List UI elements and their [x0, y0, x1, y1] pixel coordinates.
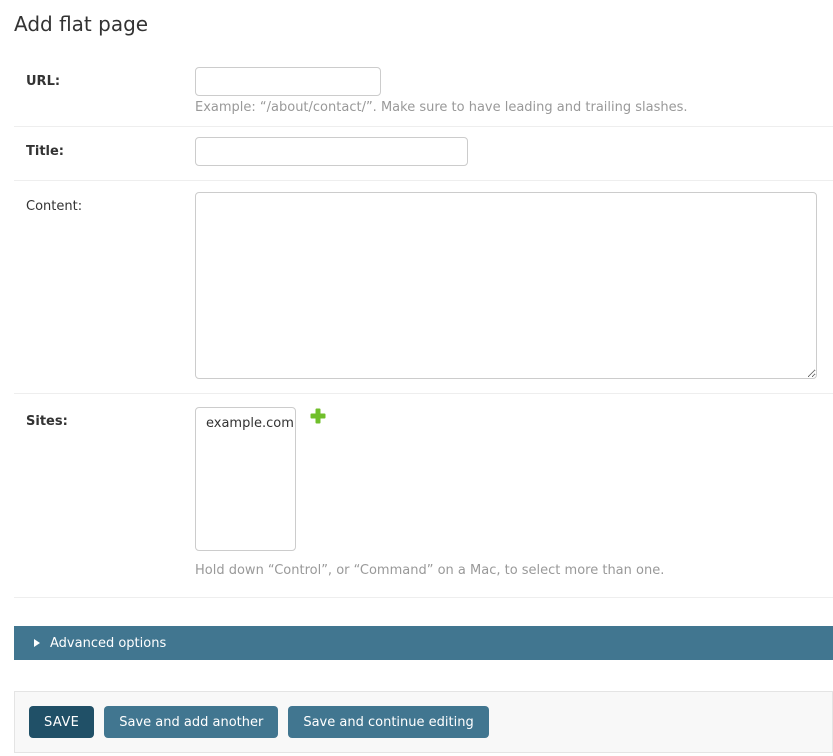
- site-option[interactable]: example.com: [196, 413, 295, 434]
- content-textarea[interactable]: [195, 192, 817, 379]
- save-and-continue-button[interactable]: Save and continue editing: [288, 706, 488, 738]
- form-row-title: Title:: [14, 127, 833, 181]
- sites-select[interactable]: example.com: [195, 407, 296, 551]
- add-icon: [310, 408, 326, 424]
- advanced-options-label: Advanced options: [50, 636, 166, 651]
- flatpage-form: URL: Example: “/about/contact/”. Make su…: [14, 53, 833, 598]
- page-title: Add flat page: [14, 12, 833, 36]
- url-help-text: Example: “/about/contact/”. Make sure to…: [195, 100, 688, 115]
- form-row-sites: Sites: example.com Hold down “Control”, …: [14, 394, 833, 598]
- url-label: URL:: [26, 67, 195, 89]
- form-row-content: Content:: [14, 181, 833, 394]
- title-input[interactable]: [195, 137, 468, 166]
- content-area: Add flat page URL: Example: “/about/cont…: [14, 12, 833, 753]
- advanced-options-toggle[interactable]: Advanced options: [14, 626, 833, 660]
- title-label: Title:: [26, 137, 195, 159]
- url-input[interactable]: [195, 67, 381, 96]
- submit-row: SAVE Save and add another Save and conti…: [14, 691, 833, 753]
- content-label: Content:: [26, 192, 195, 214]
- form-row-url: URL: Example: “/about/contact/”. Make su…: [14, 53, 833, 127]
- sites-help-text: Hold down “Control”, or “Command” on a M…: [195, 563, 664, 578]
- sites-label: Sites:: [26, 407, 195, 429]
- add-site-button[interactable]: [310, 408, 326, 424]
- save-button[interactable]: SAVE: [29, 706, 94, 738]
- save-and-add-button[interactable]: Save and add another: [104, 706, 278, 738]
- collapse-arrow-icon: [34, 639, 40, 647]
